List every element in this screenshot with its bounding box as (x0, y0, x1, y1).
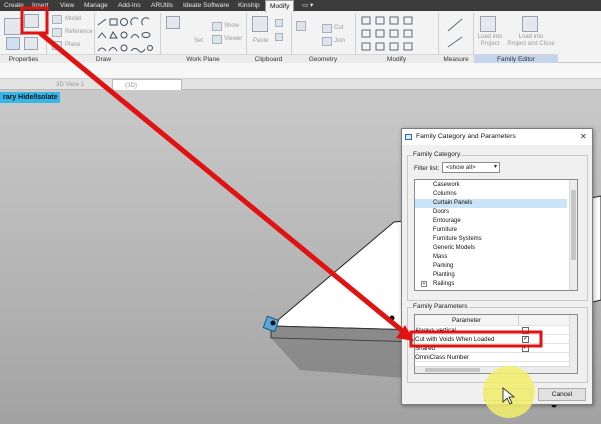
highlight-box-family-category (20, 6, 49, 35)
annotation-overlay (20, 6, 543, 418)
annotation-arrow (38, 31, 407, 335)
cursor-highlight (483, 366, 535, 418)
highlight-box-parameter (409, 330, 543, 348)
